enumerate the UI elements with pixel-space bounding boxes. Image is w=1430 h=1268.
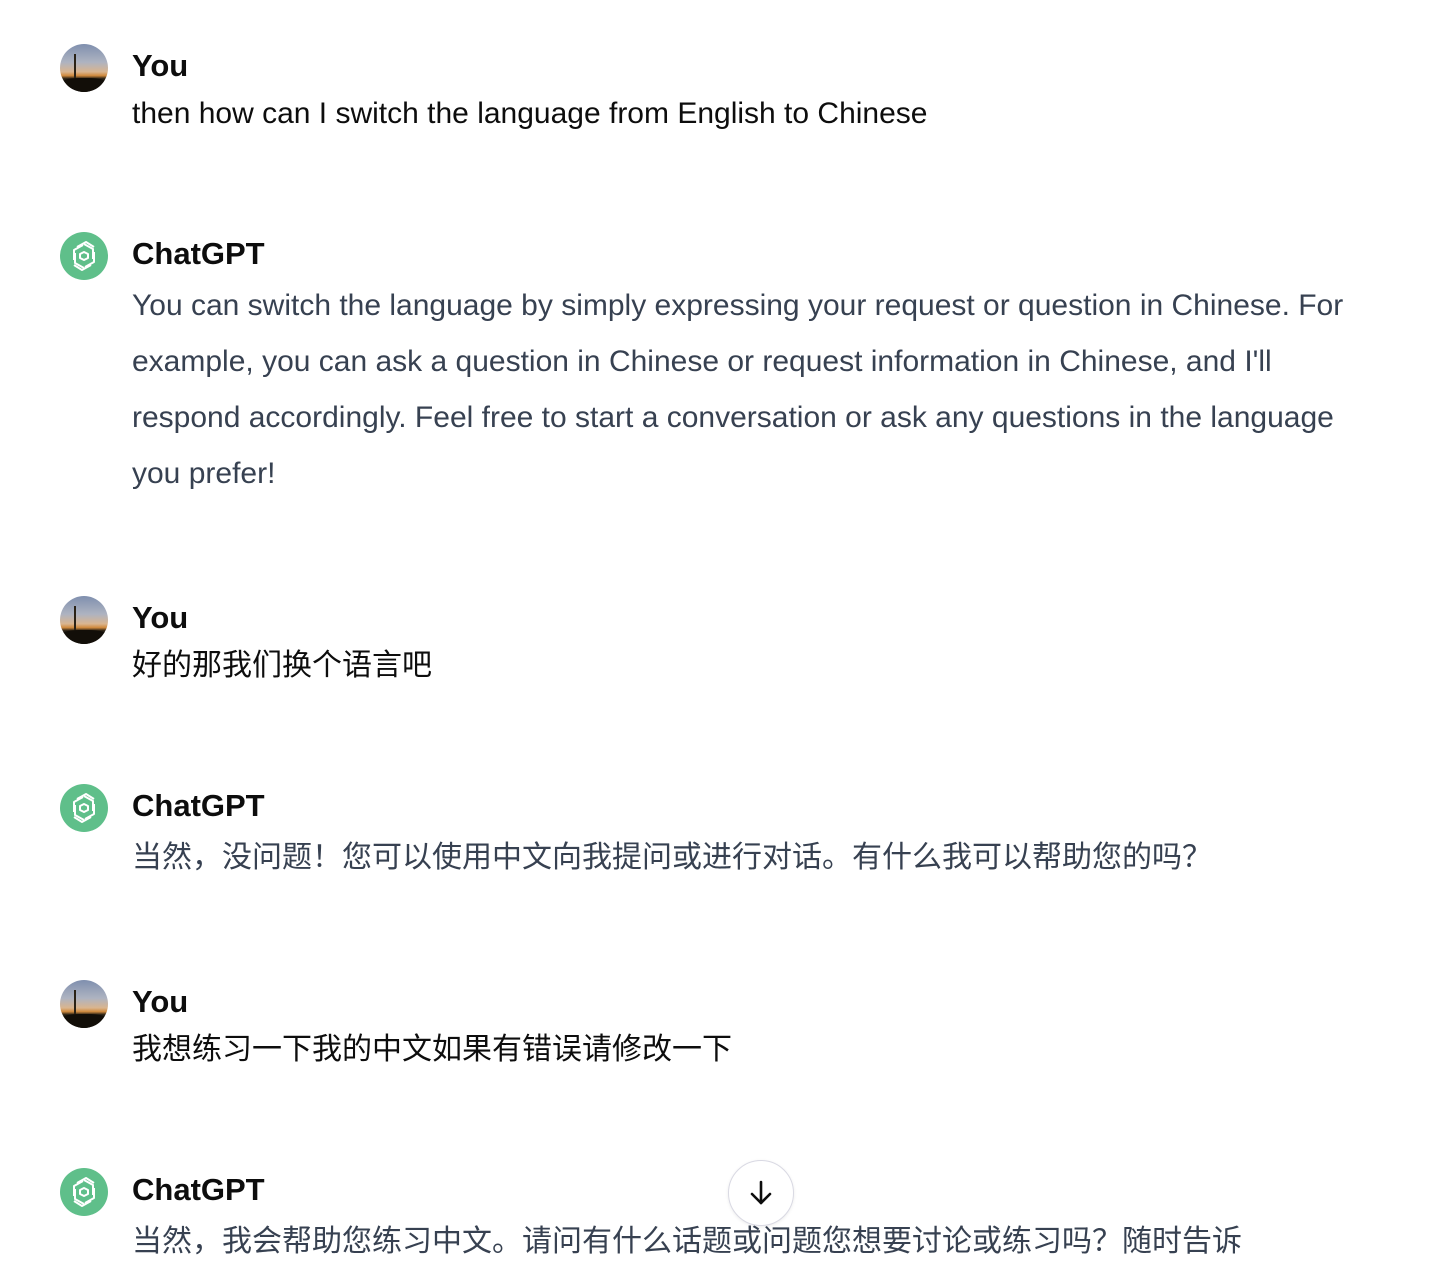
openai-logo-icon <box>60 1168 108 1216</box>
message-user: You 我想练习一下我的中文如果有错误请修改一下 <box>60 980 1370 1080</box>
conversation-thread: You then how can I switch the language f… <box>0 0 1430 1268</box>
message-user: You then how can I switch the language f… <box>60 44 1370 144</box>
message-text: 当然，没问题！您可以使用中文向我提问或进行对话。有什么我可以帮助您的吗？ <box>132 841 1212 874</box>
user-avatar <box>60 980 108 1028</box>
arrow-down-icon <box>750 1180 772 1205</box>
user-avatar <box>60 44 108 92</box>
message-author: ChatGPT <box>132 788 265 823</box>
user-avatar <box>60 596 108 644</box>
scroll-to-bottom-button[interactable] <box>728 1160 794 1226</box>
message-assistant: ChatGPT 当然，没问题！您可以使用中文向我提问或进行对话。有什么我可以帮助… <box>60 784 1370 894</box>
message-text: 好的那我们换个语言吧 <box>132 649 432 682</box>
message-text: You can switch the language by simply ex… <box>132 289 1344 490</box>
message-author: You <box>132 984 189 1019</box>
message-text: 我想练习一下我的中文如果有错误请修改一下 <box>132 1033 732 1066</box>
message-author: You <box>132 48 189 83</box>
message-author: ChatGPT <box>132 236 265 271</box>
message-author: You <box>132 600 189 635</box>
openai-logo-icon <box>60 232 108 280</box>
message-assistant: ChatGPT 当然，我会帮助您练习中文。请问有什么话题或问题您想要讨论或练习吗… <box>60 1168 1370 1268</box>
message-user: You 好的那我们换个语言吧 <box>60 596 1370 696</box>
openai-logo-icon <box>60 784 108 832</box>
message-author: ChatGPT <box>132 1172 265 1207</box>
message-text: then how can I switch the language from … <box>132 97 928 130</box>
message-assistant: ChatGPT You can switch the language by s… <box>60 232 1370 512</box>
